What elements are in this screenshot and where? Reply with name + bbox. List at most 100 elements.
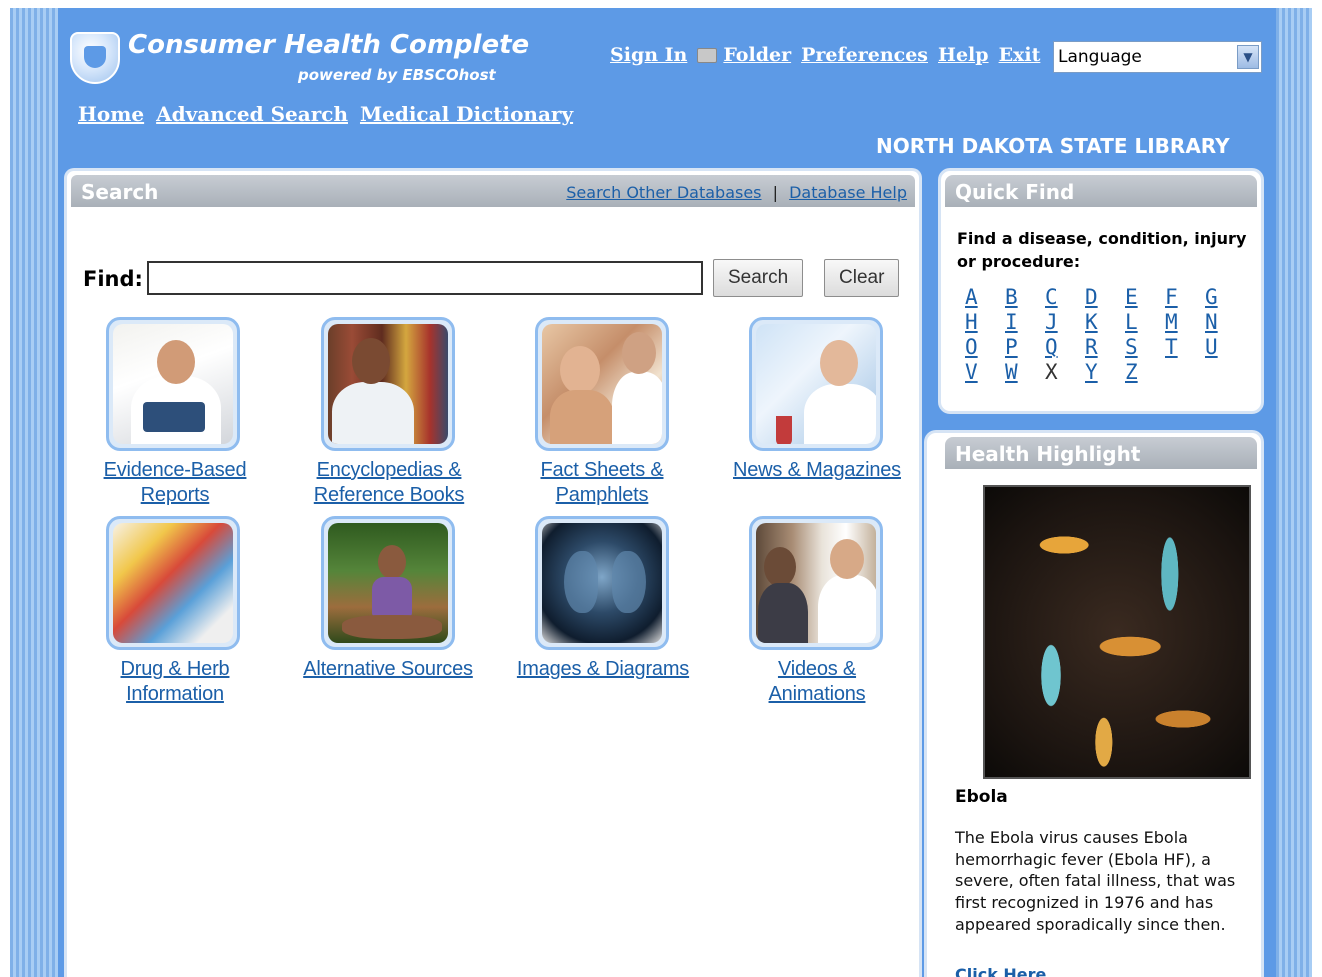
- find-input[interactable]: [147, 261, 703, 295]
- letter-d-link[interactable]: D: [1085, 285, 1125, 310]
- clear-button[interactable]: Clear: [824, 259, 900, 297]
- find-label: Find:: [83, 267, 143, 291]
- health-highlight-title: Health Highlight: [955, 442, 1141, 466]
- news-magazines-tile[interactable]: [749, 317, 883, 451]
- patient-pamphlet-image: [542, 324, 662, 444]
- letter-l-link[interactable]: L: [1125, 310, 1165, 335]
- letter-i-link[interactable]: I: [1005, 310, 1045, 335]
- tile-label-line: Information: [126, 683, 224, 705]
- images-diagrams-tile[interactable]: [535, 516, 669, 650]
- encyclopedias-link[interactable]: Encyclopedias & Reference Books: [294, 458, 484, 508]
- chevron-down-icon[interactable]: ▼: [1237, 45, 1259, 69]
- search-panel-header: Search Search Other Databases | Database…: [71, 175, 915, 207]
- letter-u-link[interactable]: U: [1205, 335, 1245, 360]
- top-links: Sign In Folder Preferences Help Exit: [610, 44, 1040, 66]
- letter-x: X: [1045, 360, 1058, 384]
- highlight-topic-name: Ebola: [955, 787, 1008, 807]
- alphabet-index: ABCDEFG HIJKLMN OPQRSTU VWX YZ: [965, 285, 1245, 385]
- letter-t-link[interactable]: T: [1165, 335, 1205, 360]
- quick-find-description: Find a disease, condition, injury or pro…: [957, 229, 1247, 271]
- nav-medical-dictionary[interactable]: Medical Dictionary: [360, 102, 573, 126]
- tile-label-line: Encyclopedias &: [316, 459, 462, 481]
- exit-link[interactable]: Exit: [999, 44, 1041, 66]
- doctor-bookshelf-image: [328, 324, 448, 444]
- letter-w-link[interactable]: W: [1005, 360, 1045, 385]
- fact-sheets-tile[interactable]: [535, 317, 669, 451]
- tile-label-line: News & Magazines: [733, 459, 901, 481]
- alternative-sources-link[interactable]: Alternative Sources: [281, 657, 495, 682]
- encyclopedias-tile[interactable]: [321, 317, 455, 451]
- letter-r-link[interactable]: R: [1085, 335, 1125, 360]
- search-panel: Search Search Other Databases | Database…: [64, 168, 922, 977]
- evidence-based-reports-tile[interactable]: [106, 317, 240, 451]
- help-link[interactable]: Help: [938, 44, 989, 66]
- doctor-consultation-image: [756, 523, 876, 643]
- letter-n-link[interactable]: N: [1205, 310, 1245, 335]
- tile-label-line: Evidence-Based: [103, 459, 247, 481]
- drug-herb-link[interactable]: Drug & Herb Information: [85, 657, 265, 707]
- letter-q-link[interactable]: Q: [1045, 335, 1085, 360]
- quick-find-title: Quick Find: [955, 180, 1075, 204]
- doctor-reading-image: [113, 324, 233, 444]
- evidence-based-reports-link[interactable]: Evidence-Based Reports: [85, 458, 265, 508]
- tile-label-line: Images & Diagrams: [516, 658, 690, 680]
- letter-p-link[interactable]: P: [1005, 335, 1045, 360]
- tile-label-line: Animations: [768, 683, 866, 705]
- letter-s-link[interactable]: S: [1125, 335, 1165, 360]
- click-here-link[interactable]: Click Here: [955, 965, 1046, 977]
- letter-m-link[interactable]: M: [1165, 310, 1205, 335]
- tile-label-line: Fact Sheets &: [540, 459, 664, 481]
- nav-home[interactable]: Home: [78, 102, 144, 126]
- letter-v-link[interactable]: V: [965, 360, 1005, 385]
- letter-o-link[interactable]: O: [965, 335, 1005, 360]
- letter-b-link[interactable]: B: [1005, 285, 1045, 310]
- letter-c-link[interactable]: C: [1045, 285, 1085, 310]
- language-select[interactable]: Language ▼: [1053, 41, 1262, 73]
- preferences-link[interactable]: Preferences: [801, 44, 928, 66]
- search-panel-title: Search: [81, 180, 159, 204]
- videos-animations-link[interactable]: Videos & Animations: [727, 657, 907, 707]
- language-select-value: Language: [1058, 47, 1142, 67]
- nav-advanced-search[interactable]: Advanced Search: [156, 102, 348, 126]
- alternative-sources-tile[interactable]: [321, 516, 455, 650]
- search-button[interactable]: Search: [713, 259, 804, 297]
- tile-label-line: Pamphlets: [555, 484, 649, 506]
- fact-sheets-link[interactable]: Fact Sheets & Pamphlets: [517, 458, 687, 508]
- letter-k-link[interactable]: K: [1085, 310, 1125, 335]
- ebola-virus-image[interactable]: [983, 485, 1251, 779]
- letter-f-link[interactable]: F: [1165, 285, 1205, 310]
- meditation-image: [328, 523, 448, 643]
- letter-z-link[interactable]: Z: [1125, 360, 1165, 385]
- main-nav: Home Advanced Search Medical Dictionary: [78, 102, 573, 126]
- letter-e-link[interactable]: E: [1125, 285, 1165, 310]
- lab-scientist-image: [756, 324, 876, 444]
- quick-find-panel: Quick Find Find a disease, condition, in…: [938, 168, 1264, 414]
- pills-image: [113, 523, 233, 643]
- videos-animations-tile[interactable]: [749, 516, 883, 650]
- link-separator: |: [772, 183, 778, 202]
- letter-h-link[interactable]: H: [965, 310, 1005, 335]
- drug-herb-tile[interactable]: [106, 516, 240, 650]
- tile-label-line: Alternative Sources: [303, 658, 473, 680]
- ebsco-logo-icon: [70, 32, 120, 84]
- quick-find-header: Quick Find: [945, 175, 1257, 207]
- letter-g-link[interactable]: G: [1205, 285, 1245, 310]
- institution-name: NORTH DAKOTA STATE LIBRARY: [876, 134, 1230, 158]
- sign-in-link[interactable]: Sign In: [610, 44, 687, 66]
- search-other-databases-link[interactable]: Search Other Databases: [566, 183, 761, 202]
- xray-image: [542, 523, 662, 643]
- tile-label-line: Reference Books: [313, 484, 465, 506]
- tile-label-line: Drug & Herb: [120, 658, 230, 680]
- letter-a-link[interactable]: A: [965, 285, 1005, 310]
- folder-link[interactable]: Folder: [723, 44, 791, 66]
- database-help-link[interactable]: Database Help: [789, 183, 907, 202]
- health-highlight-header: Health Highlight: [945, 437, 1257, 469]
- letter-j-link[interactable]: J: [1045, 310, 1085, 335]
- news-magazines-link[interactable]: News & Magazines: [717, 458, 917, 483]
- tile-label-line: Videos &: [777, 658, 857, 680]
- search-panel-links: Search Other Databases | Database Help: [566, 183, 907, 202]
- images-diagrams-link[interactable]: Images & Diagrams: [497, 657, 709, 682]
- letter-y-link[interactable]: Y: [1085, 360, 1125, 385]
- tile-label-line: Reports: [140, 484, 210, 506]
- brand-subtitle: powered by EBSCOhost: [298, 66, 496, 84]
